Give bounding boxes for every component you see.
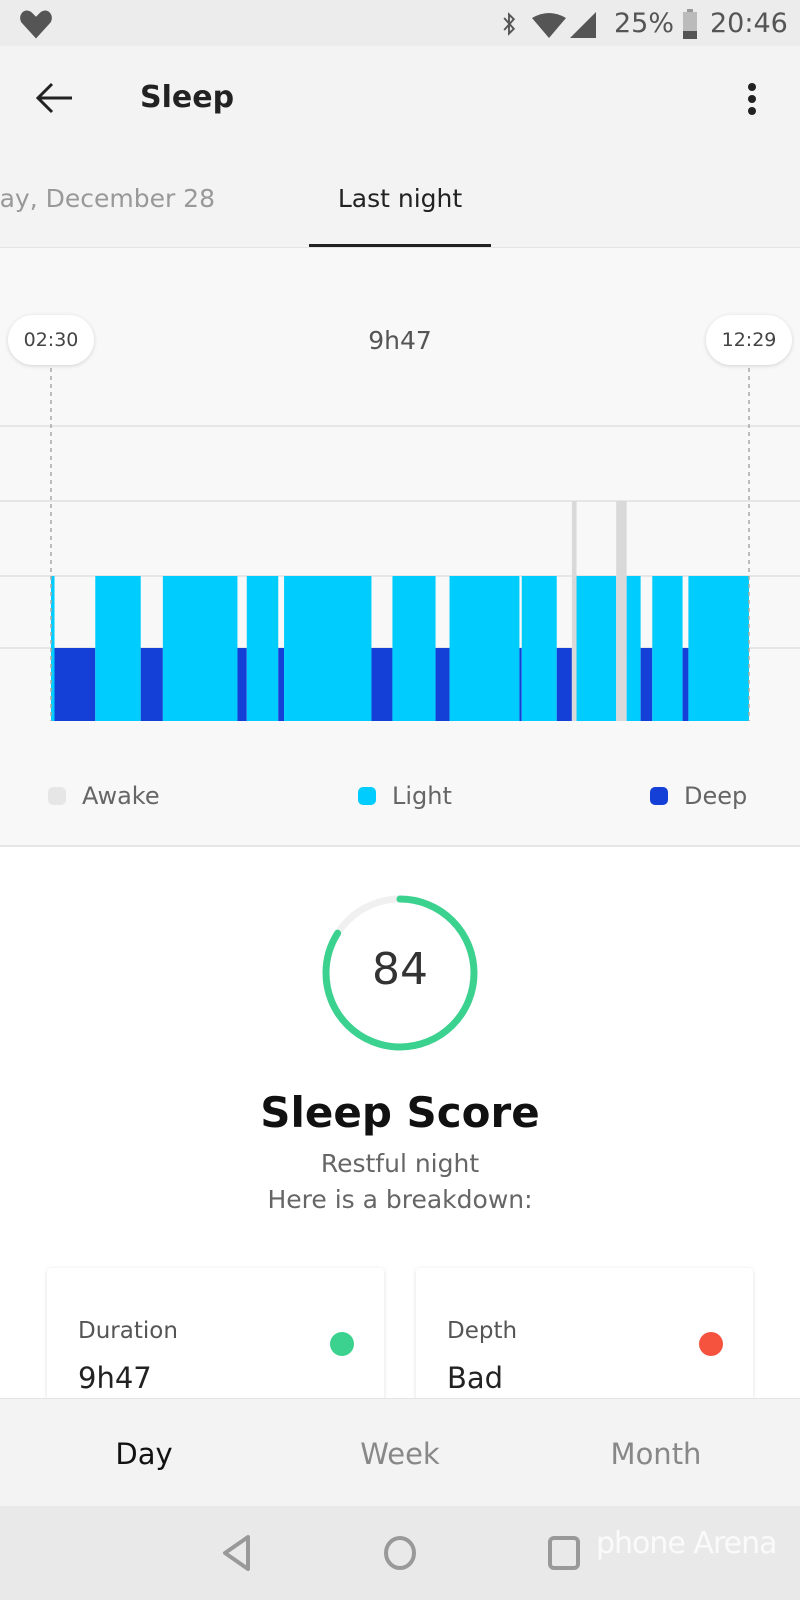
duration-label: 9h47 [368,326,432,355]
legend-label: Deep [684,782,748,810]
active-tab-indicator [309,244,491,247]
duration-card[interactable]: Duration 9h47 [47,1268,384,1408]
segment-light [162,576,238,721]
tab-month[interactable]: Month [556,1437,756,1471]
segment-deep [278,648,285,721]
deep-swatch [650,787,668,805]
depth-card[interactable]: Depth Bad [416,1268,753,1408]
segment-deep [54,648,96,721]
card-value: 9h47 [78,1361,152,1395]
score-caption: Here is a breakdown: [267,1185,533,1214]
bottom-tabs: Day Week Month [0,1398,800,1506]
watermark: phone Arena [596,1526,777,1561]
bluetooth-icon [503,12,516,36]
awake-swatch [48,787,66,805]
segment-deep [519,648,522,721]
tab-day[interactable]: Day [44,1437,244,1471]
page-title: Sleep [140,80,235,115]
segment-light [521,576,557,721]
start-time-pill: 02:30 [8,315,94,365]
clock: 20:46 [710,8,788,39]
card-value: Bad [447,1361,504,1395]
segment-light [392,576,436,721]
app-header: Sleep [0,46,800,148]
segment-deep [140,648,163,721]
tab-week[interactable]: Week [300,1437,500,1471]
segment-light [652,576,683,721]
segment-light [246,576,279,721]
tab-previous-day[interactable]: day, December 28 [0,184,215,213]
legend-label: Awake [82,782,160,810]
segment-deep [435,648,450,721]
more-vertical-icon[interactable] [745,82,759,116]
segment-deep [556,648,572,721]
legend-light: Light [358,782,452,810]
battery-percent: 25% [614,8,675,39]
recents-icon[interactable] [547,1535,581,1571]
segment-light [576,576,617,721]
legend-deep: Deep [650,782,747,810]
segment-deep [640,648,653,721]
status-dot-bad [699,1332,723,1356]
status-bar: 25% 20:46 [0,0,800,46]
segment-awake [571,501,577,721]
wifi-icon [532,13,566,38]
segment-deep [371,648,393,721]
system-nav-bar: phone Arena [0,1506,800,1600]
score-title: Sleep Score [260,1088,540,1137]
card-label: Depth [447,1318,518,1344]
tab-last-night[interactable]: Last night [309,184,491,213]
score-value: 84 [372,944,428,995]
light-swatch [358,787,376,805]
arrow-left-icon[interactable] [34,82,74,114]
segment-deep [682,648,689,721]
back-icon[interactable] [220,1533,252,1573]
segment-light [95,576,141,721]
segment-light [284,576,372,721]
end-time-pill: 12:29 [706,315,792,365]
legend-label: Light [392,782,452,810]
segment-light [449,576,520,721]
legend-awake: Awake [48,782,160,810]
segment-awake [616,501,627,721]
heart-icon [20,10,52,39]
segment-light [626,576,641,721]
card-label: Duration [78,1318,178,1344]
signal-icon [570,12,596,38]
segment-light [688,576,749,721]
segment-deep [237,648,247,721]
sleep-chart: 02:30 9h47 12:29 Awake Light Deep [0,248,800,847]
battery-icon [683,9,697,39]
status-dot-good [330,1332,354,1356]
score-subtitle: Restful night [320,1149,480,1178]
date-tabs: day, December 28 Last night [0,148,800,248]
home-icon[interactable] [383,1535,417,1571]
